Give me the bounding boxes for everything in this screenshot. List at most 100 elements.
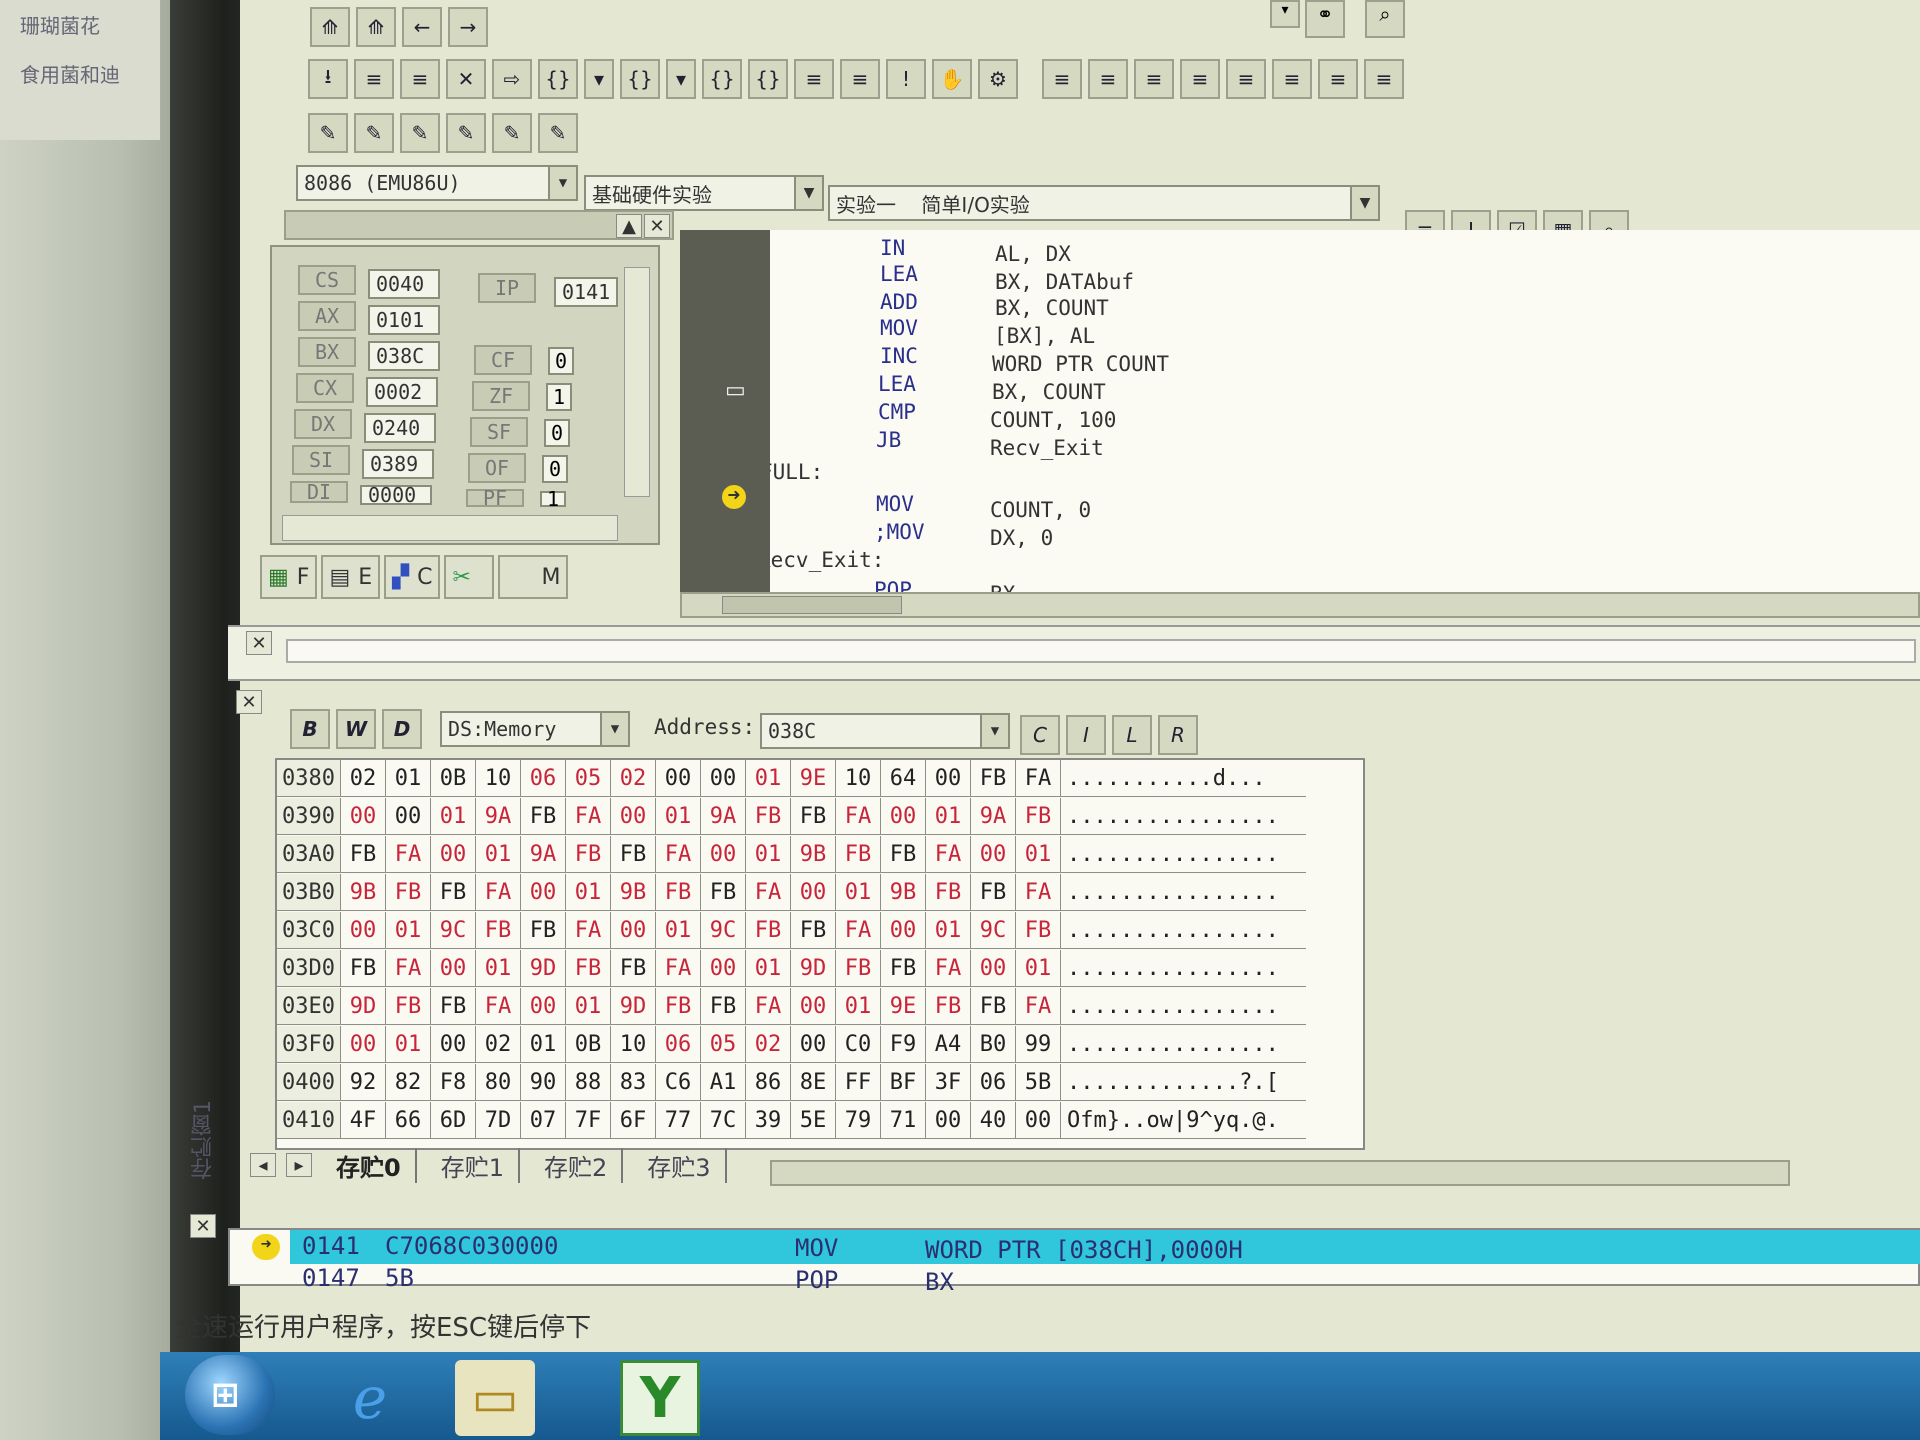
breakpoint-icon[interactable]: ✎ [446, 113, 486, 153]
step-over-icon[interactable]: {} [620, 59, 660, 99]
cpu-select[interactable]: 8086 (EMU86U) ▼ [296, 165, 578, 201]
memory-byte[interactable]: B0 [971, 1026, 1016, 1063]
memory-byte[interactable]: FA [746, 988, 791, 1025]
memory-byte[interactable]: 02 [746, 1026, 791, 1063]
memory-byte[interactable]: 77 [656, 1102, 701, 1139]
memory-byte[interactable]: 9C [701, 912, 746, 949]
memory-byte[interactable]: 06 [521, 760, 566, 797]
toolbar-button[interactable]: {} [748, 59, 788, 99]
memory-byte[interactable]: 00 [386, 798, 431, 835]
memory-byte[interactable]: 00 [701, 836, 746, 873]
stop-icon[interactable]: ✕ [446, 59, 486, 99]
memory-byte[interactable]: FB [746, 912, 791, 949]
memory-byte[interactable]: 00 [431, 1026, 476, 1063]
memory-byte[interactable]: FB [836, 950, 881, 987]
memory-byte[interactable]: 10 [836, 760, 881, 797]
close-icon[interactable]: ✕ [236, 690, 262, 714]
memory-byte[interactable]: FB [1016, 798, 1061, 835]
flag-value[interactable]: 1 [540, 487, 566, 511]
memory-byte[interactable]: 00 [431, 950, 476, 987]
memory-byte[interactable]: 01 [521, 1026, 566, 1063]
memory-byte[interactable]: FB [521, 798, 566, 835]
memory-byte[interactable]: 9D [611, 988, 656, 1025]
scroll-left-icon[interactable]: ◂ [250, 1153, 276, 1177]
memory-byte[interactable]: FB [881, 836, 926, 873]
memory-byte[interactable]: 00 [791, 874, 836, 911]
memory-byte[interactable]: 02 [476, 1026, 521, 1063]
step-into-icon[interactable]: {} [538, 59, 578, 99]
breakpoint-icon[interactable]: ✎ [492, 113, 532, 153]
memory-byte[interactable]: 9E [881, 988, 926, 1025]
download-icon[interactable]: ⭳ [308, 59, 348, 99]
memory-byte[interactable]: FA [386, 836, 431, 873]
dropdown-arrow-icon[interactable]: ▾ [584, 59, 614, 99]
hand-icon[interactable]: ✋ [932, 59, 972, 99]
memory-byte[interactable]: 01 [926, 798, 971, 835]
dropdown-arrow-icon[interactable]: ▾ [1270, 0, 1300, 28]
tab-memory-2[interactable]: 存贮2 [530, 1147, 624, 1183]
memory-byte[interactable]: FB [476, 912, 521, 949]
memory-byte[interactable]: FB [341, 950, 386, 987]
memory-byte[interactable]: 00 [926, 1102, 971, 1139]
memory-byte[interactable]: 01 [656, 912, 701, 949]
memory-byte[interactable]: 06 [656, 1026, 701, 1063]
memory-byte[interactable]: 05 [566, 760, 611, 797]
memory-byte[interactable]: FA [926, 950, 971, 987]
memory-byte[interactable]: 01 [431, 798, 476, 835]
tab-f[interactable]: ▦ F [260, 555, 318, 599]
memory-byte[interactable]: FA [566, 912, 611, 949]
memory-byte[interactable]: 8E [791, 1064, 836, 1101]
memory-byte[interactable]: FA [656, 836, 701, 873]
breakpoint-icon[interactable]: ✎ [400, 113, 440, 153]
memory-byte[interactable]: F8 [431, 1064, 476, 1101]
memory-byte[interactable]: 83 [611, 1064, 656, 1101]
memory-byte[interactable]: FB [701, 988, 746, 1025]
horizontal-scrollbar[interactable] [282, 515, 618, 541]
memory-byte[interactable]: 9D [521, 950, 566, 987]
memory-byte[interactable]: 00 [881, 798, 926, 835]
memory-byte[interactable]: FA [566, 798, 611, 835]
register-value[interactable]: 0002 [366, 377, 438, 407]
memory-byte[interactable]: 01 [386, 1026, 431, 1063]
memory-byte[interactable]: 00 [521, 988, 566, 1025]
memory-byte[interactable]: 9D [341, 988, 386, 1025]
memory-byte[interactable]: 39 [746, 1102, 791, 1139]
memory-byte[interactable]: 01 [476, 950, 521, 987]
memory-byte[interactable]: 9A [521, 836, 566, 873]
dropdown-arrow-icon[interactable]: ▾ [666, 59, 696, 99]
memory-byte[interactable]: FB [386, 874, 431, 911]
scroll-thumb[interactable] [722, 596, 902, 614]
memory-byte[interactable]: A4 [926, 1026, 971, 1063]
memory-byte[interactable]: FB [881, 950, 926, 987]
memory-byte[interactable]: 40 [971, 1102, 1016, 1139]
memory-byte[interactable]: 00 [701, 760, 746, 797]
memory-byte[interactable]: FA [836, 912, 881, 949]
memory-byte[interactable]: 0B [566, 1026, 611, 1063]
memory-byte[interactable]: 3F [926, 1064, 971, 1101]
memory-byte[interactable]: 05 [701, 1026, 746, 1063]
memory-byte[interactable]: FB [971, 874, 1016, 911]
memory-byte[interactable]: 01 [746, 950, 791, 987]
memory-byte[interactable]: 92 [341, 1064, 386, 1101]
memory-byte[interactable]: FA [476, 988, 521, 1025]
memory-byte[interactable]: FA [1016, 988, 1061, 1025]
flag-value[interactable]: 0 [548, 347, 574, 375]
memory-byte[interactable]: 9B [611, 874, 656, 911]
memory-byte[interactable]: 01 [386, 760, 431, 797]
memory-byte[interactable]: 9B [881, 874, 926, 911]
memory-byte[interactable]: 9E [791, 760, 836, 797]
memory-byte[interactable]: 01 [476, 836, 521, 873]
memory-byte[interactable]: 88 [566, 1064, 611, 1101]
flag-value[interactable]: 0 [542, 455, 568, 483]
memory-byte[interactable]: 00 [701, 950, 746, 987]
memory-byte[interactable]: FF [836, 1064, 881, 1101]
memory-byte[interactable]: 01 [656, 798, 701, 835]
memory-byte[interactable]: FB [566, 950, 611, 987]
step-icon[interactable]: ⇨ [492, 59, 532, 99]
close-icon[interactable]: ✕ [190, 1214, 216, 1238]
tab-tools[interactable]: ✂ [444, 555, 495, 599]
breakpoint-icon[interactable]: ✎ [308, 113, 348, 153]
forward-arrow-icon[interactable]: → [448, 7, 488, 47]
window-icon[interactable]: ≡ [1318, 59, 1358, 99]
memory-byte[interactable]: 00 [611, 912, 656, 949]
